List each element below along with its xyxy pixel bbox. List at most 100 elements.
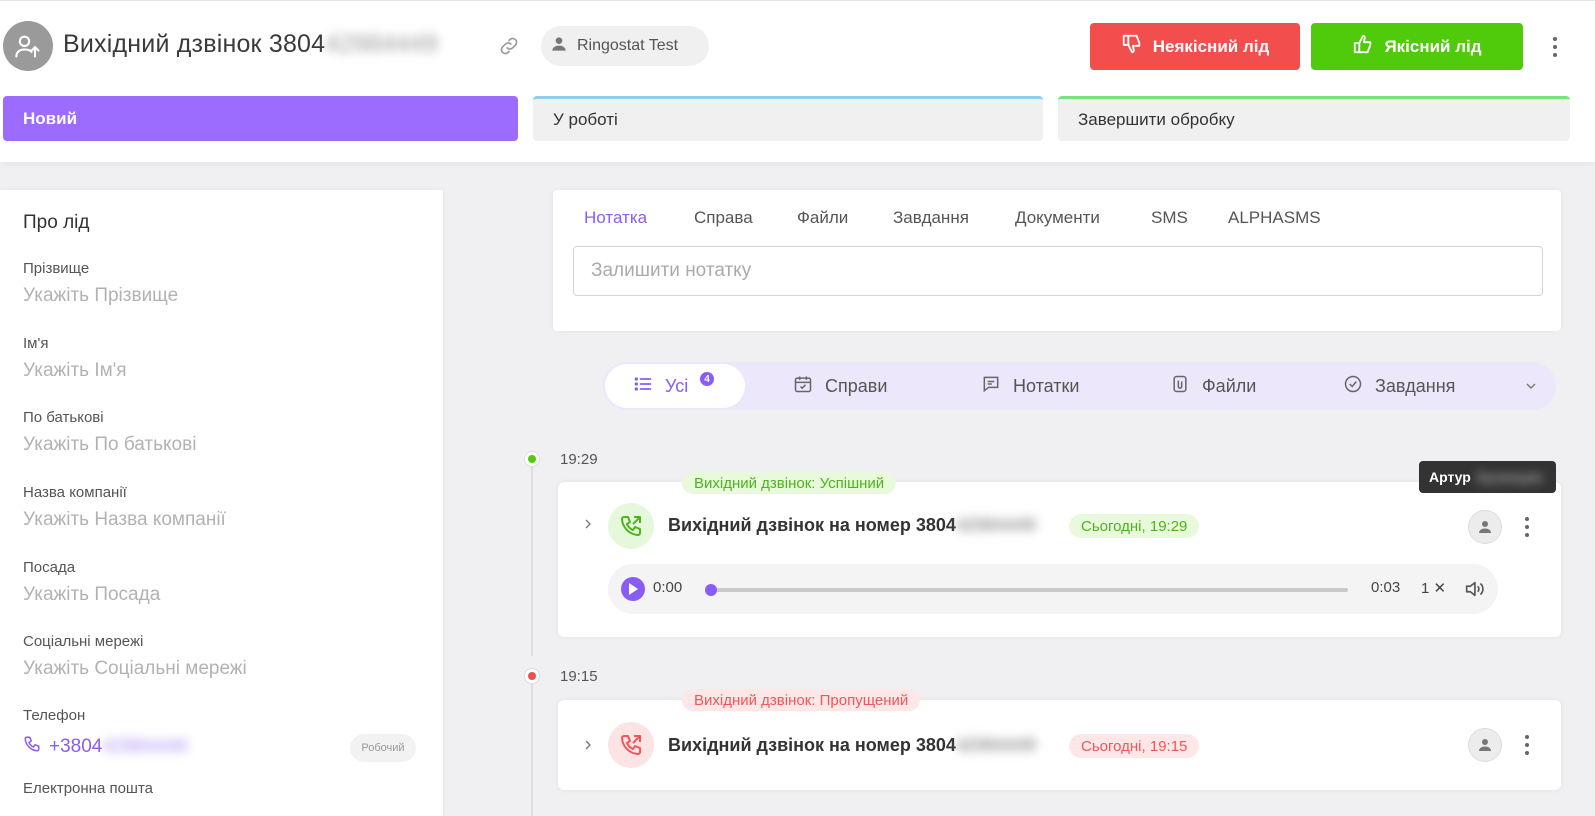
copy-link-icon[interactable] bbox=[498, 35, 522, 59]
call-card: Вихідний дзвінок на номер 380442984449 С… bbox=[558, 482, 1561, 637]
current-time: 0:00 bbox=[653, 579, 683, 596]
timeline-line bbox=[531, 680, 533, 816]
about-lead-panel: Про лід Прізвище Укажіть Прізвище Ім'я У… bbox=[0, 190, 443, 816]
assignee-avatar-button[interactable] bbox=[1468, 728, 1502, 762]
calendar-icon bbox=[793, 374, 813, 399]
seek-knob[interactable] bbox=[705, 584, 717, 596]
company-input[interactable]: Укажіть Назва компанії bbox=[23, 509, 423, 531]
phone-hidden: 42984449 bbox=[102, 736, 187, 757]
about-lead-heading: Про лід bbox=[23, 212, 90, 233]
firstname-field[interactable]: Ім'я Укажіть Ім'я bbox=[23, 335, 423, 382]
field-label: Назва компанії bbox=[23, 484, 127, 501]
filter-all[interactable]: Усі 4 bbox=[605, 364, 745, 408]
field-label: Соціальні мережі bbox=[23, 633, 144, 650]
tab-alphasms[interactable]: ALPHASMS bbox=[1228, 208, 1321, 228]
phone-value: +3804 bbox=[49, 736, 103, 757]
filter-deals-label: Справи bbox=[825, 375, 888, 396]
missed-call-icon bbox=[608, 722, 654, 768]
event-time: 19:29 bbox=[560, 451, 598, 468]
page-title: Вихідний дзвінок 380442984449 bbox=[63, 30, 439, 58]
more-menu-icon[interactable] bbox=[1548, 37, 1562, 57]
stage-finish-label: Завершити обробку bbox=[1078, 110, 1235, 129]
chevron-down-icon[interactable] bbox=[1523, 378, 1539, 399]
seek-bar[interactable] bbox=[708, 588, 1348, 592]
call-date-chip: Сьогодні, 19:29 bbox=[1069, 514, 1200, 538]
filter-files[interactable]: Файли bbox=[1170, 362, 1256, 410]
playback-speed[interactable]: 1 ✕ bbox=[1421, 579, 1446, 597]
list-icon bbox=[633, 374, 653, 399]
social-field[interactable]: Соціальні мережі Укажіть Соціальні мереж… bbox=[23, 633, 423, 680]
chevron-right-icon[interactable] bbox=[580, 516, 596, 537]
card-more-icon[interactable] bbox=[1524, 517, 1530, 537]
firstname-input[interactable]: Укажіть Ім'я bbox=[23, 360, 423, 382]
tab-tasks[interactable]: Завдання bbox=[893, 208, 969, 228]
tab-files[interactable]: Файли bbox=[797, 208, 848, 228]
filter-deals[interactable]: Справи bbox=[793, 362, 887, 410]
filter-tasks-label: Завдання bbox=[1375, 375, 1456, 396]
assignee-avatar-button[interactable] bbox=[1468, 510, 1502, 544]
good-lead-button[interactable]: Якісний лід bbox=[1311, 23, 1523, 70]
duration: 0:03 bbox=[1371, 579, 1401, 596]
filter-all-count: 4 bbox=[700, 372, 714, 386]
call-status-badge: Вихідний дзвінок: Пропущений bbox=[682, 689, 921, 711]
stage-in-work-label: У роботі bbox=[553, 110, 618, 129]
audio-player: 0:00 0:03 1 ✕ bbox=[608, 564, 1498, 614]
chevron-right-icon[interactable] bbox=[580, 737, 596, 758]
field-label: Ім'я bbox=[23, 335, 49, 352]
timeline-line bbox=[531, 466, 533, 656]
stage-finish[interactable]: Завершити обробку bbox=[1058, 96, 1570, 141]
check-circle-icon bbox=[1343, 374, 1363, 399]
tab-documents[interactable]: Документи bbox=[1015, 208, 1100, 228]
tab-deal[interactable]: Справа bbox=[694, 208, 753, 228]
bad-lead-button[interactable]: Неякісний лід bbox=[1090, 23, 1300, 70]
outgoing-call-icon bbox=[608, 503, 654, 549]
responsible-user-chip[interactable]: Ringostat Test bbox=[541, 26, 709, 66]
missed-dot bbox=[525, 669, 539, 683]
event-time: 19:15 bbox=[560, 668, 598, 685]
bad-lead-label: Неякісний лід bbox=[1152, 36, 1270, 56]
attachment-icon bbox=[1170, 374, 1190, 399]
call-date-chip: Сьогодні, 19:15 bbox=[1069, 734, 1200, 758]
phone-icon bbox=[23, 735, 41, 759]
user-icon bbox=[549, 34, 569, 59]
email-field: Електронна пошта bbox=[23, 780, 423, 797]
phone-label: Телефон bbox=[23, 707, 86, 724]
filter-all-label: Усі bbox=[665, 375, 689, 396]
thumbs-up-icon bbox=[1352, 33, 1374, 60]
lead-header: Вихідний дзвінок 380442984449 Ringostat … bbox=[0, 0, 1595, 162]
lastname-input[interactable]: Укажіть Прізвище bbox=[23, 285, 423, 307]
call-status-badge: Вихідний дзвінок: Успішний bbox=[682, 472, 897, 494]
position-field[interactable]: Посада Укажіть Посада bbox=[23, 559, 423, 606]
tab-sms[interactable]: SMS bbox=[1151, 208, 1188, 228]
filter-files-label: Файли bbox=[1202, 375, 1257, 396]
position-input[interactable]: Укажіть Посада bbox=[23, 584, 423, 606]
email-label: Електронна пошта bbox=[23, 780, 154, 797]
tab-note[interactable]: Нотатка bbox=[584, 208, 647, 228]
filter-notes-label: Нотатки bbox=[1013, 375, 1080, 396]
middlename-input[interactable]: Укажіть По батькові bbox=[23, 434, 423, 456]
stage-in-work[interactable]: У роботі bbox=[533, 96, 1043, 141]
card-more-icon[interactable] bbox=[1524, 735, 1530, 755]
lastname-field[interactable]: Прізвище Укажіть Прізвище bbox=[23, 260, 423, 307]
phone-field: Телефон bbox=[23, 707, 423, 724]
note-composer: Нотатка Справа Файли Завдання Документи … bbox=[553, 190, 1561, 331]
note-input[interactable]: Залишити нотатку bbox=[573, 246, 1543, 296]
timeline-filter-bar: Усі 4 Справи Нотатки Файли Завдання bbox=[603, 362, 1556, 410]
middlename-field[interactable]: По батькові Укажіть По батькові bbox=[23, 409, 423, 456]
comment-icon bbox=[981, 374, 1001, 399]
assignee-tooltip: Артур Кузнецов bbox=[1419, 461, 1556, 493]
stage-new[interactable]: Новий bbox=[3, 96, 518, 141]
filter-notes[interactable]: Нотатки bbox=[981, 362, 1079, 410]
volume-icon[interactable] bbox=[1463, 578, 1485, 605]
field-label: Прізвище bbox=[23, 260, 90, 277]
success-dot bbox=[525, 452, 539, 466]
company-field[interactable]: Назва компанії Укажіть Назва компанії bbox=[23, 484, 423, 531]
filter-tasks[interactable]: Завдання bbox=[1343, 362, 1455, 410]
call-title: Вихідний дзвінок на номер 380442984449 bbox=[668, 515, 1037, 535]
phone-link[interactable]: +380442984449 bbox=[23, 735, 187, 759]
thumbs-down-icon bbox=[1121, 33, 1143, 60]
social-input[interactable]: Укажіть Соціальні мережі bbox=[23, 658, 423, 680]
play-button[interactable] bbox=[621, 577, 645, 601]
user-chip-label: Ringostat Test bbox=[577, 37, 679, 54]
phone-type-badge: Робочий bbox=[350, 734, 416, 762]
